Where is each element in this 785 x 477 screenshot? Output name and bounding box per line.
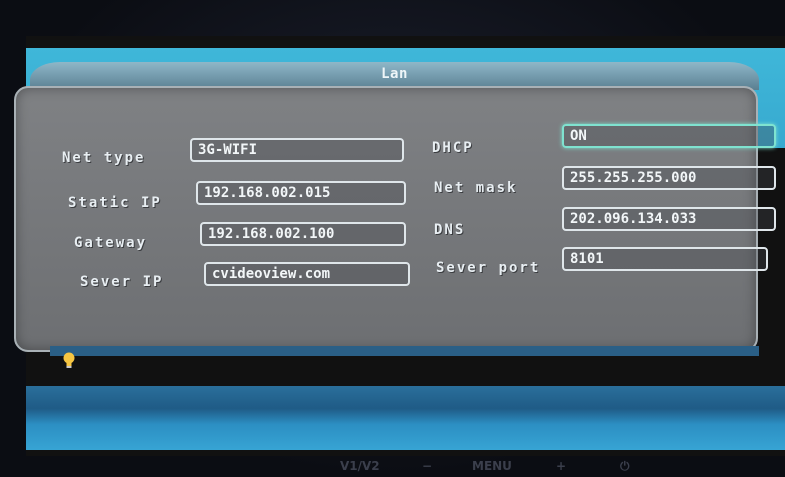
- net-type-label: Net type: [62, 150, 146, 166]
- sever-port-label: Sever port: [436, 260, 541, 276]
- dhcp-field[interactable]: ON: [562, 124, 776, 148]
- sever-ip-label: Sever IP: [80, 274, 164, 290]
- net-mask-label: Net mask: [434, 180, 518, 196]
- status-strip: [50, 346, 759, 356]
- dns-field[interactable]: 202.096.134.033: [562, 207, 776, 231]
- monitor-controls: V1/V2 − MENU + ⏻: [0, 456, 785, 477]
- power-icon[interactable]: ⏻: [620, 459, 630, 474]
- sever-port-field[interactable]: 8101: [562, 247, 768, 271]
- bottom-band: [26, 386, 785, 450]
- menu-button[interactable]: MENU: [472, 459, 512, 473]
- sever-ip-field[interactable]: cvideoview.com: [204, 262, 410, 286]
- gateway-field[interactable]: 192.168.002.100: [200, 222, 406, 246]
- dns-label: DNS: [434, 222, 466, 238]
- dhcp-label: DHCP: [432, 140, 474, 156]
- static-ip-field[interactable]: 192.168.002.015: [196, 181, 406, 205]
- minus-button[interactable]: −: [422, 459, 432, 473]
- net-type-field[interactable]: 3G-WIFI: [190, 138, 404, 162]
- v1v2-button[interactable]: V1/V2: [340, 459, 380, 473]
- net-mask-field[interactable]: 255.255.255.000: [562, 166, 776, 190]
- plus-button[interactable]: +: [556, 459, 566, 473]
- gateway-label: Gateway: [74, 235, 148, 251]
- lightbulb-icon: [62, 352, 76, 370]
- dialog-title: Lan: [381, 66, 408, 82]
- static-ip-label: Static IP: [68, 195, 162, 211]
